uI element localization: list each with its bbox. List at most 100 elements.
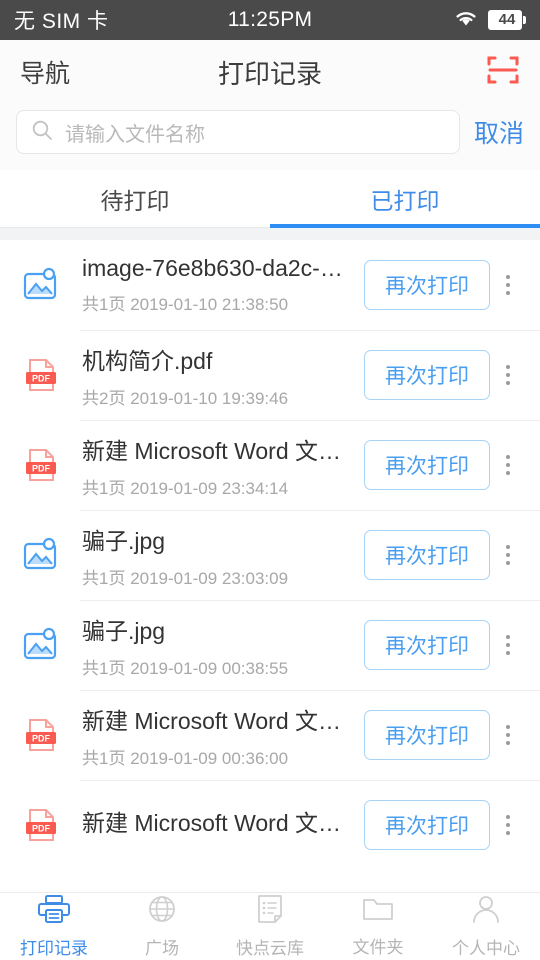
app-root: 无 SIM 卡 11:25PM 44 导航 打印记录 请输入文件名称 取消 待打…: [0, 0, 540, 960]
reprint-button[interactable]: 再次打印: [364, 710, 490, 760]
file-name: 新建 Microsoft Word 文档…: [82, 437, 354, 464]
printer-icon: [38, 894, 70, 929]
dot: [506, 733, 510, 737]
tabs-divider: [0, 228, 540, 240]
battery-indicator: 44: [488, 9, 526, 31]
file-info: image-76e8b630-da2c-4… 共1页 2019-01-10 21…: [64, 255, 354, 315]
page-count: 共1页: [82, 748, 131, 768]
dot: [506, 463, 510, 467]
image-file-icon: [18, 535, 64, 575]
wifi-icon: [453, 8, 479, 33]
dot: [506, 815, 510, 819]
file-name: 新建 Microsoft Word 文档…: [82, 810, 354, 836]
more-vertical-icon[interactable]: [490, 330, 526, 420]
file-name: image-76e8b630-da2c-4…: [82, 255, 354, 281]
more-vertical-icon[interactable]: [490, 510, 526, 600]
more-vertical-icon[interactable]: [490, 240, 526, 330]
image-file-icon: [18, 625, 64, 665]
reprint-button[interactable]: 再次打印: [364, 260, 490, 310]
tab-printed-label: 已打印: [370, 188, 440, 214]
tab-printed[interactable]: 已打印: [270, 170, 540, 228]
nav-item-folder[interactable]: 文件夹: [324, 893, 432, 960]
file-meta: 共1页 2019-01-09 23:03:09: [82, 564, 354, 589]
file-meta: 共1页 2019-01-09 00:38:55: [82, 654, 354, 679]
page-title: 打印记录: [217, 58, 322, 89]
reprint-button[interactable]: 再次打印: [364, 530, 490, 580]
nav-label: 打印记录: [20, 939, 88, 958]
reprint-button[interactable]: 再次打印: [364, 620, 490, 670]
table-row[interactable]: PDF 新建 Microsoft Word 文档… 共1页 2019-01-09…: [0, 420, 540, 510]
svg-text:PDF: PDF: [32, 373, 51, 383]
nav-item-cloud-library[interactable]: 快点云库: [216, 893, 324, 960]
file-info: 新建 Microsoft Word 文档… 共1页 2019-01-09 00:…: [64, 702, 354, 769]
search-input[interactable]: 请输入文件名称: [65, 118, 205, 147]
table-row[interactable]: PDF 新建 Microsoft Word 文档… 再次打印: [0, 780, 540, 870]
file-meta: 共1页 2019-01-09 23:34:14: [82, 474, 354, 499]
dot: [506, 545, 510, 549]
nav-label: 个人中心: [452, 939, 520, 958]
file-meta: 共1页 2019-01-10 21:38:50: [82, 290, 354, 315]
more-vertical-icon[interactable]: [490, 600, 526, 690]
reprint-button[interactable]: 再次打印: [364, 440, 490, 490]
dot: [506, 373, 510, 377]
dot: [506, 831, 510, 835]
page-count: 共1页: [82, 568, 131, 588]
dot: [506, 365, 510, 369]
dot: [506, 291, 510, 295]
search-bar: 请输入文件名称 取消: [0, 104, 540, 170]
table-row[interactable]: PDF 机构简介.pdf 共2页 2019-01-10 19:39:46 再次打…: [0, 330, 540, 420]
more-vertical-icon[interactable]: [490, 420, 526, 510]
folder-icon: [362, 895, 394, 928]
table-row[interactable]: image-76e8b630-da2c-4… 共1页 2019-01-10 21…: [0, 240, 540, 330]
print-timestamp: 2019-01-09 00:36:00: [130, 748, 289, 768]
scan-button[interactable]: [486, 53, 520, 92]
nav-label: 文件夹: [352, 938, 404, 957]
reprint-button[interactable]: 再次打印: [364, 350, 490, 400]
file-info: 骗子.jpg 共1页 2019-01-09 23:03:09: [64, 522, 354, 589]
dot: [506, 635, 510, 639]
table-row[interactable]: 骗子.jpg 共1页 2019-01-09 00:38:55 再次打印: [0, 600, 540, 690]
dot: [506, 725, 510, 729]
dot: [506, 643, 510, 647]
dot: [506, 651, 510, 655]
pdf-file-icon: PDF: [18, 445, 64, 485]
print-timestamp: 2019-01-09 23:34:14: [130, 478, 289, 498]
reprint-button[interactable]: 再次打印: [364, 800, 490, 850]
page-count: 共2页: [82, 388, 131, 408]
nav-item-print-records[interactable]: 打印记录: [0, 893, 108, 960]
file-info: 新建 Microsoft Word 文档… 共1页 2019-01-09 23:…: [64, 432, 354, 499]
page-count: 共1页: [82, 658, 131, 678]
tab-pending-print[interactable]: 待打印: [0, 170, 270, 228]
page-header: 导航 打印记录: [0, 40, 540, 104]
more-vertical-icon[interactable]: [490, 690, 526, 780]
file-name: 骗子.jpg: [82, 527, 166, 554]
dot: [506, 561, 510, 565]
print-records-list[interactable]: image-76e8b630-da2c-4… 共1页 2019-01-10 21…: [0, 240, 540, 892]
tab-bar: 待打印 已打印: [0, 170, 540, 228]
nav-back-button[interactable]: 导航: [20, 54, 70, 90]
table-row[interactable]: 骗子.jpg 共1页 2019-01-09 23:03:09 再次打印: [0, 510, 540, 600]
dot: [506, 471, 510, 475]
pdf-file-icon: PDF: [18, 715, 64, 755]
svg-text:PDF: PDF: [32, 733, 51, 743]
battery-cap: [523, 16, 526, 24]
file-meta: 共1页 2019-01-09 00:36:00: [82, 744, 354, 769]
image-file-icon: [18, 265, 64, 305]
print-timestamp: 2019-01-09 00:38:55: [130, 658, 289, 678]
nav-label: 快点云库: [236, 939, 304, 958]
status-bar: 无 SIM 卡 11:25PM 44: [0, 0, 540, 40]
search-input-wrapper[interactable]: 请输入文件名称: [16, 110, 460, 154]
carrier-label: 无 SIM 卡: [14, 10, 109, 33]
document-list-icon: [256, 894, 284, 929]
print-timestamp: 2019-01-10 19:39:46: [130, 388, 289, 408]
globe-icon: [147, 894, 177, 929]
cancel-search-button[interactable]: 取消: [472, 114, 524, 150]
nav-item-plaza[interactable]: 广场: [108, 893, 216, 960]
more-vertical-icon[interactable]: [490, 780, 526, 870]
print-timestamp: 2019-01-09 23:03:09: [130, 568, 289, 588]
file-name: 新建 Microsoft Word 文档…: [82, 707, 354, 734]
file-info: 骗子.jpg 共1页 2019-01-09 00:38:55: [64, 612, 354, 679]
nav-item-profile[interactable]: 个人中心: [432, 893, 540, 960]
dot: [506, 823, 510, 827]
table-row[interactable]: PDF 新建 Microsoft Word 文档… 共1页 2019-01-09…: [0, 690, 540, 780]
